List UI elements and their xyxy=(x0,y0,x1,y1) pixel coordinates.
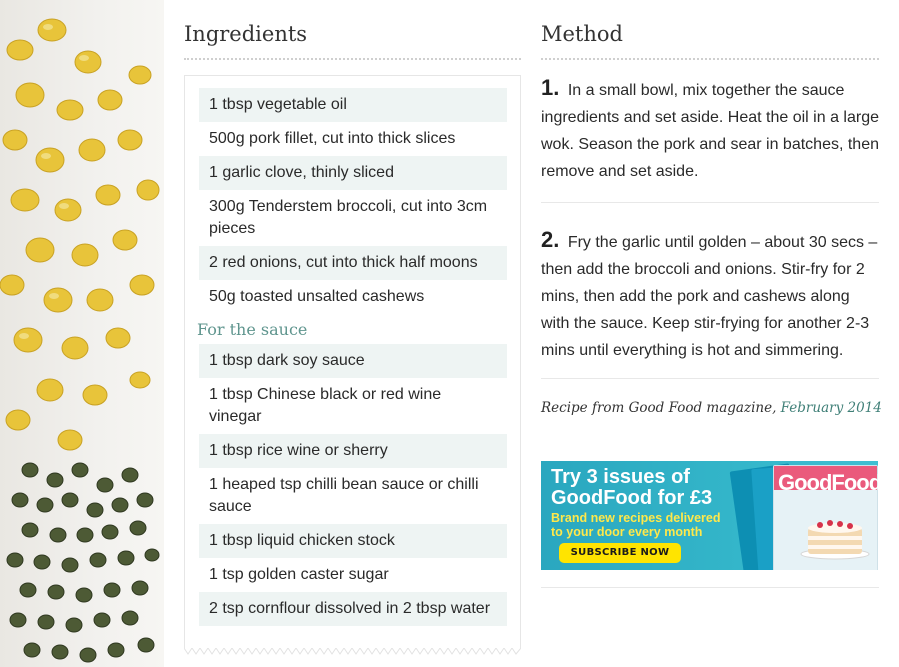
ingredient-item: 2 red onions, cut into thick half moons xyxy=(199,246,507,280)
recipe-source-link[interactable]: February 2014 xyxy=(781,400,882,416)
ingredient-item: 1 tbsp vegetable oil xyxy=(199,88,507,122)
ingredient-item: 1 garlic clove, thinly sliced xyxy=(199,156,507,190)
method-heading: Method xyxy=(541,22,623,46)
sauce-ingredient-item: 1 tsp golden caster sugar xyxy=(209,566,389,583)
method-step-1: 1. In a small bowl, mix together the sau… xyxy=(541,74,879,185)
ad-separator xyxy=(541,587,879,588)
ad-title-line2: GoodFood for £3 xyxy=(551,487,713,509)
ingredient-item: 50g toasted unsalted cashews xyxy=(209,288,425,305)
cake-image xyxy=(800,520,870,560)
step-text: In a small bowl, mix together the sauce … xyxy=(541,82,879,180)
ingredients-card: 1 tbsp vegetable oil 500g pork fillet, c… xyxy=(184,75,521,655)
step-number: 2. xyxy=(541,227,560,252)
card-torn-edge xyxy=(184,648,521,655)
step-number: 1. xyxy=(541,75,560,100)
subscription-ad-banner[interactable]: Try 3 issues of GoodFood for £3 Brand ne… xyxy=(541,461,878,570)
method-divider xyxy=(541,58,879,60)
subscribe-now-button[interactable]: SUBSCRIBE NOW xyxy=(559,543,681,563)
ingredients-divider xyxy=(184,58,521,60)
sauce-ingredient-item: 1 heaped tsp chilli bean sauce or chilli… xyxy=(209,476,479,515)
ingredient-item: 500g pork fillet, cut into thick slices xyxy=(209,130,456,147)
sauce-ingredient-item: 1 tbsp liquid chicken stock xyxy=(199,524,507,558)
magazine-logo: GoodFood xyxy=(778,470,878,495)
peas-illustration xyxy=(0,18,160,663)
sauce-subheading: For the sauce xyxy=(197,320,308,339)
sauce-ingredient-item: 1 tbsp Chinese black or red wine vinegar xyxy=(209,386,442,425)
sauce-ingredient-item: 2 tsp cornflour dissolved in 2 tbsp wate… xyxy=(199,592,507,626)
ad-subtitle-line1: Brand new recipes delivered xyxy=(551,511,721,525)
step-text: Fry the garlic until golden – about 30 s… xyxy=(541,234,878,359)
ingredients-list: 1 tbsp vegetable oil 500g pork fillet, c… xyxy=(197,88,507,626)
ingredient-item: 300g Tenderstem broccoli, cut into 3cm p… xyxy=(209,198,488,237)
recipe-source: Recipe from Good Food magazine, February… xyxy=(541,400,882,416)
step-separator xyxy=(541,202,879,203)
sauce-ingredient-item: 1 tbsp dark soy sauce xyxy=(199,344,507,378)
method-step-2: 2. Fry the garlic until golden – about 3… xyxy=(541,226,879,364)
step-separator xyxy=(541,378,879,379)
ingredients-heading: Ingredients xyxy=(184,22,308,46)
ad-subtitle-line2: to your door every month xyxy=(551,525,703,539)
decorative-peas-photo xyxy=(0,0,164,667)
ad-title-line1: Try 3 issues of xyxy=(551,466,690,488)
magazine-cover-front: GoodFood xyxy=(773,465,878,570)
recipe-source-text: Recipe from Good Food magazine, xyxy=(541,400,777,416)
sauce-ingredient-item: 1 tbsp rice wine or sherry xyxy=(199,434,507,468)
